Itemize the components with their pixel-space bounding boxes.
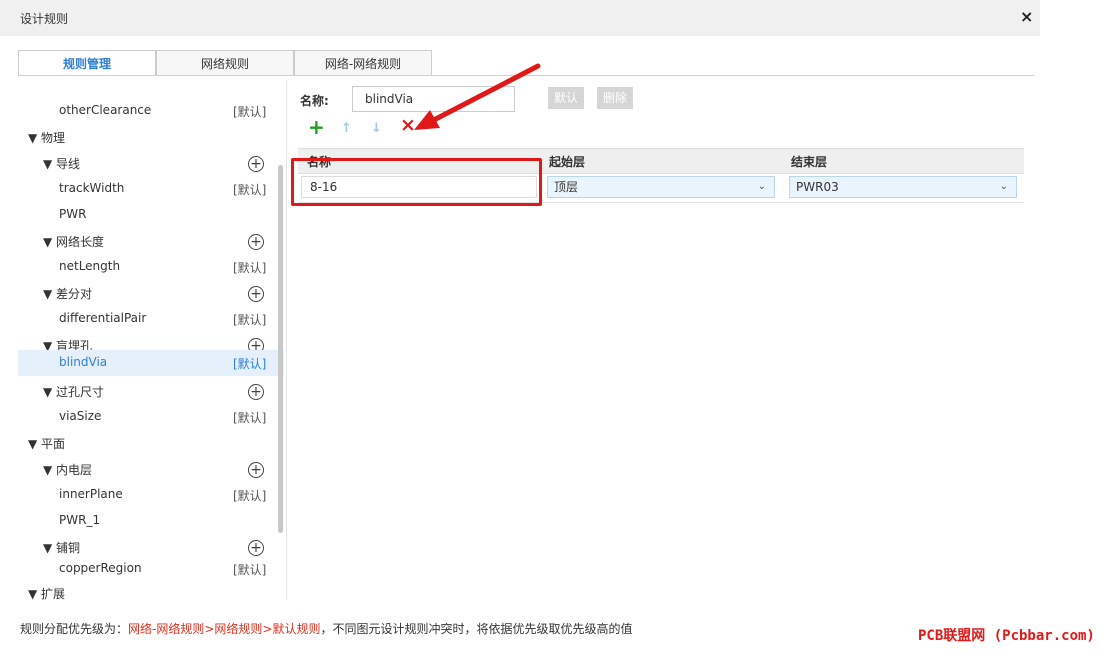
tree-item-otherclearance[interactable]: otherClearance [默认] [18,98,284,124]
tree-group-label: ▼ 平面 [28,437,66,451]
default-tag: [默认] [233,105,267,119]
start-layer-value: 顶层 [554,180,579,194]
end-layer-select[interactable]: PWR03 ⌄ [789,176,1017,198]
tree-item-label: viaSize [59,409,102,423]
dialog-title: 设计规则 [20,12,69,26]
tree-item-label: PWR [59,207,87,221]
tree-item-label: blindVia [59,355,108,369]
chevron-down-icon: ⌄ [999,181,1008,192]
tree-group-physical[interactable]: ▼ 物理 [18,124,284,150]
tree-item-blindvia[interactable]: blindVia [默认] [18,350,284,376]
add-rule-icon[interactable]: + [248,384,264,400]
priority-note-prefix: 规则分配优先级为： [20,622,129,636]
tree-group-label: ▼ 内电层 [43,463,93,477]
tree-group-via-size[interactable]: ▼ 过孔尺寸 + [18,378,284,404]
default-tag: [默认] [233,357,267,371]
tree-group-plane[interactable]: ▼ 平面 [18,430,284,456]
tree-item-pwr[interactable]: PWR [18,202,284,228]
tree-group-label: ▼ 差分对 [43,287,93,301]
annotation-arrow [414,63,541,130]
default-tag: [默认] [233,563,267,577]
priority-order: 网络-网络规则>网络规则>默认规则 [128,622,321,636]
tree-group-net-length[interactable]: ▼ 网络长度 + [18,228,284,254]
priority-note: 规则分配优先级为：网络-网络规则>网络规则>默认规则，不同图元设计规则冲突时，将… [20,620,632,637]
sidebar-scrollbar[interactable] [278,165,283,533]
tab-rule-management[interactable]: 规则管理 [18,50,156,76]
tree-group-label: ▼ 扩展 [28,587,66,600]
add-rule-icon[interactable]: + [248,462,264,478]
priority-note-suffix: ，不同图元设计规则冲突时，将依据优先级取优先级高的值 [320,622,633,636]
start-layer-select[interactable]: 顶层 ⌄ [547,176,775,198]
dialog-titlebar: 设计规则 × [0,0,1040,36]
tree-item-label: netLength [59,259,121,273]
add-rule-icon[interactable]: + [248,234,264,250]
tree-item-differentialpair[interactable]: differentialPair [默认] [18,306,284,332]
tree-group-label: ▼ 过孔尺寸 [43,385,105,399]
add-row-icon[interactable]: + [308,115,325,139]
tree-group-track[interactable]: ▼ 导线 + [18,150,284,176]
tree-group-label: ▼ 网络长度 [43,235,105,249]
watermark: PCB联盟网 (Pcbbar.com) [918,628,1095,644]
tree-item-label: trackWidth [59,181,125,195]
add-rule-icon[interactable]: + [248,286,264,302]
default-tag: [默认] [233,313,267,327]
tree-group-label: ▼ 铺铜 [43,541,81,555]
default-tag: [默认] [233,489,267,503]
tree-item-viasize[interactable]: viaSize [默认] [18,404,284,430]
tree-item-netlength[interactable]: netLength [默认] [18,254,284,280]
delete-button[interactable]: 删除 [597,87,634,109]
tree-group-inner-layer[interactable]: ▼ 内电层 + [18,456,284,482]
column-header-start-layer: 起始层 [549,155,586,169]
rule-tree: otherClearance [默认] ▼ 物理 ▼ 导线 + trackWid… [18,80,284,600]
annotation-highlight-box [291,158,542,206]
tree-item-label: differentialPair [59,311,147,325]
default-tag: [默认] [233,261,267,275]
default-tag: [默认] [233,183,267,197]
rule-name-label: 名称: [300,94,329,108]
default-button[interactable]: 默认 [548,87,585,109]
default-tag: [默认] [233,411,267,425]
tree-item-innerplane[interactable]: innerPlane [默认] [18,482,284,508]
tree-item-copperregion[interactable]: copperRegion [默认] [18,556,284,582]
tree-item-label: innerPlane [59,487,123,501]
move-up-icon[interactable]: ↑ [341,121,352,136]
tree-group-label: ▼ 物理 [28,131,66,145]
column-header-end-layer: 结束层 [791,155,828,169]
chevron-down-icon: ⌄ [757,181,766,192]
move-down-icon[interactable]: ↓ [371,121,382,136]
tree-group-extension[interactable]: ▼ 扩展 [18,580,284,600]
add-rule-icon[interactable]: + [248,540,264,556]
tree-item-trackwidth[interactable]: trackWidth [默认] [18,176,284,202]
tree-group-diff-pair[interactable]: ▼ 差分对 + [18,280,284,306]
tree-item-label: copperRegion [59,561,142,575]
add-rule-icon[interactable]: + [248,156,264,172]
panel-divider [286,80,287,600]
close-icon[interactable]: × [1020,7,1033,26]
end-layer-value: PWR03 [796,180,839,194]
tree-group-label: ▼ 导线 [43,157,81,171]
tree-item-label: otherClearance [59,103,152,117]
tree-item-pwr1[interactable]: PWR_1 [18,508,284,534]
tree-item-label: PWR_1 [59,513,101,527]
tab-net-rules[interactable]: 网络规则 [156,50,294,76]
